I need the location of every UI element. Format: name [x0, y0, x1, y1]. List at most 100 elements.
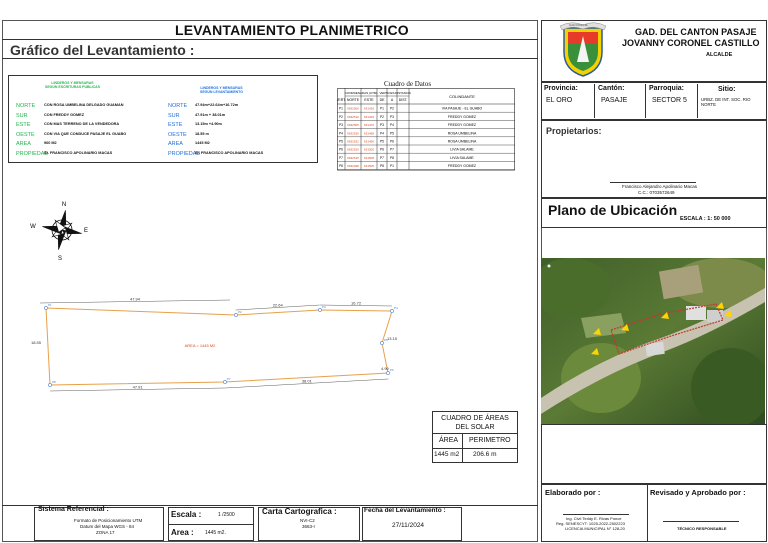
datos-cell-norte: 9632515: [347, 156, 359, 160]
datos-cell-colindante: FREDDY GOMEZ: [448, 164, 477, 168]
datos-header: ESTE: [364, 98, 374, 102]
cuadro-datos-title: Cuadro de Datos: [384, 80, 432, 88]
vertex-label: P2: [238, 310, 242, 314]
datos-header: A: [391, 98, 394, 102]
right-lower-box: [541, 424, 767, 484]
datos-cell-norte: 9632532: [347, 140, 359, 144]
institution-name: GAD. DEL CANTON PASAJE: [635, 27, 757, 37]
lindero-rkey: ESTE: [168, 122, 183, 128]
lindero-rkey: SUR: [168, 112, 180, 119]
datos-cell-de: P4: [380, 131, 384, 135]
datos-cell-a: P7: [390, 148, 394, 152]
footer-area-label: Area :: [171, 528, 194, 537]
dim-south-1: 47.91: [133, 384, 144, 389]
datos-cell-colindante: FREDDY GOMEZ: [448, 115, 477, 119]
owner-name: Francisco Alejandro Apolinario Macas: [622, 184, 698, 189]
lindero-left: CON MAS TERRENO DE LA VENDEDORA: [44, 122, 120, 126]
compass-w: W: [30, 224, 36, 230]
datos-cell-vert: P7: [339, 156, 343, 160]
datos-cell-este: 631470: [364, 123, 374, 127]
provincia-value: EL ORO: [546, 97, 573, 104]
lot-polygon: [45, 307, 393, 386]
vertex-label: P1: [48, 303, 52, 307]
sitio-value: URBZ. DE INT. SOC. RIO NORTE: [701, 97, 751, 107]
revisado-label: Revisado y Aprobado por :: [650, 488, 746, 497]
lindero-left: Sr. FRANCISCO APOLINARIO MACAS: [44, 150, 113, 155]
datos-cell-este: 631505: [364, 148, 374, 152]
canton-label: Cantón:: [598, 85, 625, 92]
dim-north-1: 47.94: [130, 297, 141, 302]
datos-cell-norte: 9632498: [347, 164, 359, 168]
aerial-map-image: [541, 258, 765, 424]
subtitle-underline: [2, 58, 538, 59]
vertex-label: P8: [52, 380, 56, 384]
parroquia-label: Parroquia:: [649, 85, 685, 92]
datos-cell-de: P3: [380, 123, 384, 127]
footer-escala-div: [168, 524, 254, 525]
areas-h1: ÁREA: [439, 437, 459, 444]
datos-cell-colindante: LIVIA SALAME: [450, 156, 474, 160]
linderos-head-left: LINDEROS Y MENSURAS SEGÚN ESCRITURAS PUB…: [45, 81, 101, 89]
datos-cell-colindante: VIA PASAJE - EL GUABO: [442, 107, 483, 111]
footer-sist-label: Sistema Referencial :: [38, 506, 109, 513]
datos-group-dist: DISTANCIA: [395, 91, 411, 95]
graph-subtitle: Gráfico del Levantamiento :: [10, 42, 195, 58]
footer-carta-label: Carta Cartografica :: [262, 507, 337, 516]
lindero-key: OESTE: [16, 131, 35, 138]
lindero-left: CON ROSA UMBELINA DELGADO GUAMAN: [44, 103, 124, 107]
vertex-label: P4: [394, 306, 398, 310]
datos-cell-a: P3: [390, 115, 394, 119]
datos-cell-este: 631468: [364, 131, 374, 135]
datos-cell-norte: 9632500: [347, 107, 359, 111]
datos-cell-vert: P4: [339, 131, 343, 135]
lindero-rkey: AREA: [168, 141, 183, 147]
areas-h2: PERIMETRO: [469, 437, 511, 444]
municipal-seal-icon: [560, 22, 606, 77]
lindero-right: 47.91m + 38.01m: [195, 112, 226, 117]
datos-cell-a: P8: [390, 156, 394, 160]
loc-sep-1: [594, 84, 595, 118]
datos-cell-colindante: ROSA UMBELINA: [448, 131, 477, 135]
datos-header: VERT.: [337, 98, 346, 102]
lindero-key: SUR: [16, 112, 28, 119]
datos-cell-de: P8: [380, 164, 384, 168]
parroquia-value: SECTOR 5: [652, 97, 687, 104]
datos-cell-este: 631508: [364, 156, 374, 160]
vertex-label: P7: [227, 377, 231, 381]
datos-cell-este: 631505: [364, 164, 374, 168]
datos-header: COLINDANTE: [449, 94, 475, 99]
lindero-right: 18.55 m: [195, 131, 209, 136]
vertex-label: P5: [384, 338, 388, 342]
page-title: LEVANTAMIENTO PLANIMETRICO: [175, 22, 409, 38]
footer-escala-label: Escala :: [171, 510, 202, 519]
footer-fecha-label: Fecha del Levantamiento :: [364, 507, 446, 514]
elab-signature-line: [563, 514, 629, 515]
institution-mayor: JOVANNY CORONEL CASTILLO: [622, 38, 760, 48]
rev-signature-line: [663, 521, 739, 522]
datos-group-coord: COORDENADAS (UTM): [345, 91, 378, 95]
footer-fecha: 27/11/2024: [392, 522, 425, 529]
datos-cell-norte: 9632530: [347, 131, 359, 135]
areas-divider-mid: [432, 448, 518, 449]
lindero-right: 13.15m +4.90m: [195, 122, 222, 126]
lindero-rkey: OESTE: [168, 131, 187, 138]
dim-east-1: 13.15: [387, 336, 398, 341]
owner-ci: C.C.: 0703572649: [638, 190, 675, 195]
datos-cell-de: P7: [380, 156, 384, 160]
lindero-right: Sr. FRANCISCO APOLINARIO MACAS: [195, 150, 264, 155]
datos-cell-a: P1: [390, 164, 394, 168]
dim-west: 18.55: [31, 340, 42, 345]
datos-cell-a: P5: [390, 131, 394, 135]
lindero-key: ESTE: [16, 122, 31, 128]
lindero-left: 960 M2: [44, 141, 57, 145]
owner-signature-line: [610, 182, 696, 183]
datos-header: DE: [380, 98, 386, 102]
signature-divider: [647, 484, 648, 542]
provincia-label: Provincia:: [544, 85, 578, 92]
datos-cell-de: P1: [380, 107, 384, 111]
datos-cell-vert: P1: [339, 107, 343, 111]
linderos-head-right: LINDEROS Y MENSURAS SEGÚN LEVANTAMIENTO: [200, 86, 243, 94]
dim-east-2: 4.90: [381, 366, 390, 371]
lindero-left: CON FREDDY GOMEZ: [44, 112, 85, 117]
lindero-right: 47.94m+22.64m+16.72m: [195, 103, 239, 107]
